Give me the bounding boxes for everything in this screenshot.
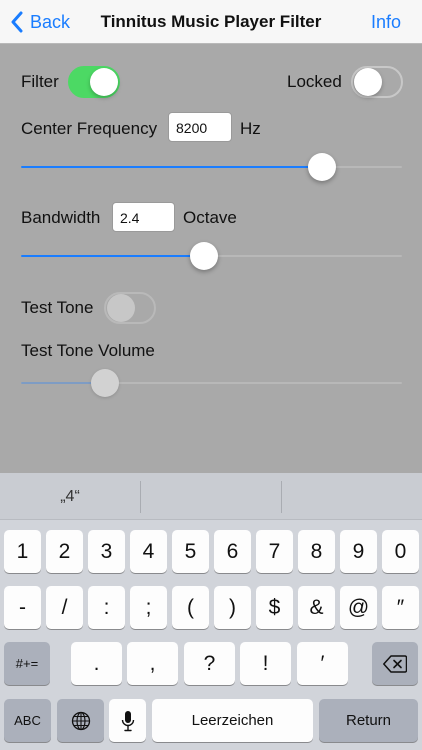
suggestion-2[interactable]: [141, 473, 281, 520]
slider-thumb[interactable]: [90, 369, 119, 397]
locked-switch[interactable]: [351, 66, 403, 98]
center-frequency-field[interactable]: 8200: [168, 112, 232, 142]
microphone-key[interactable]: [109, 699, 146, 742]
test-tone-volume-slider[interactable]: [21, 368, 402, 398]
key-digit[interactable]: 3: [88, 530, 125, 573]
bandwidth-slider[interactable]: [21, 241, 402, 271]
return-key[interactable]: Return: [319, 699, 418, 742]
space-key[interactable]: Leerzeichen: [152, 699, 313, 742]
navigation-bar: Back Tinnitus Music Player Filter Info: [0, 0, 422, 44]
backspace-key[interactable]: [372, 642, 418, 685]
switch-knob: [107, 294, 135, 322]
suggestion-1[interactable]: „4“: [0, 473, 140, 520]
abc-key[interactable]: ABC: [4, 699, 51, 742]
key-digit[interactable]: 0: [382, 530, 419, 573]
key-symbol[interactable]: ): [214, 586, 251, 629]
test-tone-volume-label: Test Tone Volume: [21, 341, 155, 360]
key-symbol[interactable]: ,: [127, 642, 178, 685]
key-digit[interactable]: 7: [256, 530, 293, 573]
key-symbol[interactable]: ;: [130, 586, 167, 629]
page-title: Tinnitus Music Player Filter: [100, 12, 322, 31]
globe-key[interactable]: [57, 699, 104, 742]
test-tone-switch[interactable]: [104, 292, 156, 324]
info-button[interactable]: Info: [371, 12, 401, 33]
backspace-icon: [383, 654, 407, 673]
center-frequency-label: Center Frequency: [21, 119, 158, 138]
key-symbol[interactable]: /: [46, 586, 83, 629]
filter-switch[interactable]: [68, 66, 120, 98]
key-symbol[interactable]: :: [88, 586, 125, 629]
suggestion-3[interactable]: [282, 473, 422, 520]
key-symbol[interactable]: !: [240, 642, 291, 685]
key-symbol[interactable]: ″: [382, 586, 419, 629]
key-symbol[interactable]: ′: [297, 642, 348, 685]
slider-fill: [21, 255, 204, 257]
slider-fill: [21, 166, 322, 168]
test-tone-label: Test Tone: [21, 298, 94, 317]
microphone-icon: [121, 710, 134, 731]
frequency-unit: Hz: [240, 119, 261, 138]
key-symbol[interactable]: &: [298, 586, 335, 629]
switch-knob: [354, 68, 382, 96]
bandwidth-unit: Octave: [183, 208, 237, 227]
slider-thumb[interactable]: [189, 242, 218, 270]
key-symbol[interactable]: .: [71, 642, 122, 685]
slider-thumb[interactable]: [307, 153, 336, 181]
switch-knob: [90, 68, 118, 96]
globe-icon: [71, 711, 90, 730]
key-digit[interactable]: 8: [298, 530, 335, 573]
key-digit[interactable]: 6: [214, 530, 251, 573]
locked-label: Locked: [287, 72, 342, 91]
key-symbol[interactable]: -: [4, 586, 41, 629]
key-symbol[interactable]: (: [172, 586, 209, 629]
center-frequency-slider[interactable]: [21, 152, 402, 182]
key-digit[interactable]: 4: [130, 530, 167, 573]
filter-label: Filter: [21, 72, 59, 91]
key-digit[interactable]: 5: [172, 530, 209, 573]
bandwidth-label: Bandwidth: [21, 208, 101, 227]
bandwidth-field[interactable]: 2.4: [112, 202, 175, 232]
filter-settings: Filter Locked Center Frequency 8200 Hz B…: [0, 45, 422, 473]
keyboard: „4“ 1 2 3 4 5 6 7 8 9 0 - / : ; ( ) $ & …: [0, 473, 422, 750]
more-symbols-key[interactable]: #+=: [4, 642, 50, 685]
key-digit[interactable]: 2: [46, 530, 83, 573]
key-symbol[interactable]: @: [340, 586, 377, 629]
suggestion-bar: „4“: [0, 473, 422, 520]
key-symbol[interactable]: ?: [184, 642, 235, 685]
key-digit[interactable]: 1: [4, 530, 41, 573]
key-digit[interactable]: 9: [340, 530, 377, 573]
key-symbol[interactable]: $: [256, 586, 293, 629]
